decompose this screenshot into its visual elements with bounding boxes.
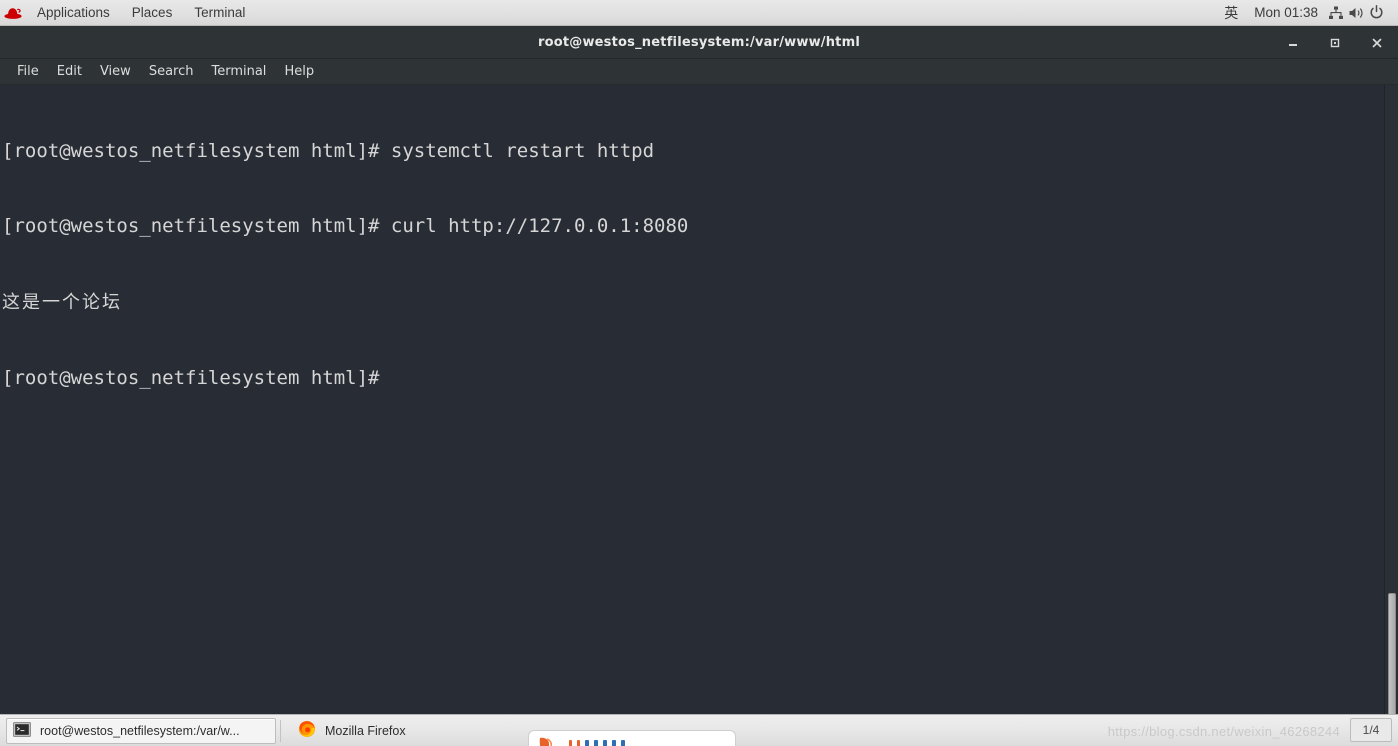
menu-edit[interactable]: Edit — [48, 61, 91, 82]
menu-help-label: Help — [284, 64, 315, 79]
terminal-output-area[interactable]: [root@westos_netfilesystem html]# system… — [0, 85, 1398, 714]
terminal-line: [root@westos_netfilesystem html]# system… — [2, 139, 655, 162]
network-icon[interactable] — [1326, 0, 1346, 26]
input-method-indicator[interactable]: 英 — [1216, 0, 1246, 25]
terminal-line: [root@westos_netfilesystem html]# curl h… — [2, 215, 689, 238]
popup-content-bars — [569, 734, 625, 746]
window-titlebar[interactable]: root@westos_netfilesystem:/var/www/html — [0, 26, 1398, 59]
menu-help[interactable]: Help — [275, 61, 323, 82]
workspace-switcher[interactable]: 1/4 — [1350, 718, 1392, 742]
minimize-button[interactable] — [1282, 32, 1304, 54]
firefox-icon — [298, 720, 316, 741]
menu-view-label: View — [99, 64, 131, 79]
menu-file-label: File — [17, 64, 39, 79]
places-menu-label: Places — [131, 5, 173, 20]
power-icon[interactable] — [1366, 0, 1386, 26]
clock[interactable]: Mon 01:38 — [1246, 0, 1326, 25]
menu-search[interactable]: Search — [140, 61, 203, 82]
places-menu[interactable]: Places — [121, 0, 184, 25]
terminal-line: 这是一个论坛 — [2, 292, 122, 314]
workspace-switcher-label: 1/4 — [1362, 723, 1380, 737]
menu-edit-label: Edit — [56, 64, 82, 79]
menu-view[interactable]: View — [91, 61, 140, 82]
applications-menu-label: Applications — [37, 5, 110, 20]
terminal-app-menu-label: Terminal — [194, 5, 246, 20]
taskbar-item-firefox-label: Mozilla Firefox — [325, 723, 406, 738]
terminal-scrollbar-thumb[interactable] — [1388, 593, 1396, 714]
taskbar-item-terminal-label: root@westos_netfilesystem:/var/w... — [40, 723, 240, 738]
top-panel-tray: 英 Mon 01:38 — [1216, 0, 1398, 25]
taskbar-item-firefox[interactable]: Mozilla Firefox — [291, 718, 561, 744]
taskbar-item-terminal[interactable]: root@westos_netfilesystem:/var/w... — [6, 717, 276, 744]
window-title: root@westos_netfilesystem:/var/www/html — [537, 34, 861, 50]
menu-terminal[interactable]: Terminal — [202, 61, 275, 82]
terminal-text: [root@westos_netfilesystem html]# system… — [2, 88, 1382, 442]
terminal-scrollbar[interactable] — [1384, 85, 1398, 714]
applications-menu[interactable]: Applications — [26, 0, 121, 25]
menu-file[interactable]: File — [8, 61, 48, 82]
top-panel-left: Applications Places Terminal — [0, 0, 256, 25]
terminal-line: [root@westos_netfilesystem html]# — [2, 367, 380, 390]
watermark: https://blog.csdn.net/weixin_46268244 — [1107, 724, 1340, 739]
taskbar-separator — [280, 719, 281, 742]
bottom-notification-popup[interactable] — [528, 730, 736, 746]
terminal-window: root@westos_netfilesystem:/var/www/html — [0, 26, 1398, 714]
menu-search-label: Search — [148, 64, 194, 79]
clock-label: Mon 01:38 — [1254, 5, 1318, 20]
volume-icon[interactable] — [1346, 0, 1366, 26]
terminal-icon — [13, 721, 31, 740]
input-method-label: 英 — [1224, 5, 1239, 22]
close-button[interactable] — [1366, 32, 1388, 54]
window-controls — [1282, 26, 1398, 59]
popup-firefox-icon — [537, 734, 563, 746]
maximize-button[interactable] — [1324, 32, 1346, 54]
terminal-menubar: File Edit View Search Terminal Help — [0, 59, 1398, 85]
redhat-logo-icon[interactable] — [0, 0, 26, 26]
terminal-app-menu[interactable]: Terminal — [183, 0, 256, 25]
menu-terminal-label: Terminal — [211, 64, 267, 79]
top-panel: Applications Places Terminal 英 Mon 01:38 — [0, 0, 1398, 26]
desktop-screen: Applications Places Terminal 英 Mon 01:38 — [0, 0, 1398, 746]
